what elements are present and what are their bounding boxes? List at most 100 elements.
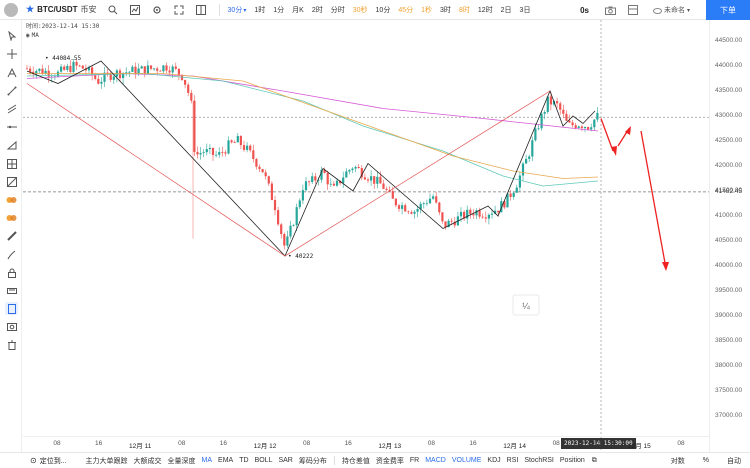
sub-indicator-6[interactable]: RSI (507, 457, 519, 464)
sub-indicator-0[interactable]: 持仓差值 (342, 456, 370, 466)
edit-icon[interactable]: ⧉ (592, 457, 597, 465)
timeframe-14[interactable]: 3日 (520, 5, 531, 15)
trash-icon[interactable] (5, 338, 18, 351)
price-tick: 44000.00 (715, 62, 743, 69)
search-icon[interactable] (105, 3, 121, 17)
candle-body (469, 209, 472, 214)
candle-body (78, 65, 81, 67)
elliott-icon[interactable] (5, 211, 18, 224)
avatar[interactable] (4, 2, 18, 17)
layout-icon[interactable] (625, 3, 641, 17)
indicator-0[interactable]: 主力大单跟踪 (86, 456, 128, 466)
axis-option-1[interactable]: % (703, 457, 709, 464)
candle-body (264, 172, 267, 177)
sub-indicator-8[interactable]: Position (560, 457, 585, 464)
candle-body (518, 175, 521, 188)
candle-body (261, 169, 264, 173)
fullscreen-icon[interactable] (171, 3, 187, 17)
timeframe-5[interactable]: 分时 (331, 5, 345, 15)
indicator-icon[interactable] (127, 3, 143, 17)
sub-indicator-1[interactable]: 资金费率 (376, 456, 404, 466)
candle-body (490, 213, 494, 215)
price-tick: 43500.00 (715, 87, 743, 94)
lock-icon[interactable] (5, 266, 18, 279)
price-tick: 37000.00 (715, 412, 743, 419)
timeframe-4[interactable]: 2时 (312, 5, 323, 15)
candle-body (304, 181, 308, 191)
price-chart[interactable]: • 44084.55 • 40222 ¼ (23, 20, 709, 452)
text-tool-icon[interactable] (5, 66, 18, 79)
indicator-4[interactable]: EMA (218, 457, 233, 464)
timeframe-10[interactable]: 3时 (440, 5, 451, 15)
measure-icon[interactable] (5, 284, 18, 297)
drawing-toolbar (0, 20, 22, 452)
ruler-icon[interactable] (5, 229, 18, 242)
legend-ma[interactable]: ◉ MA (26, 31, 99, 40)
arrowhead (611, 146, 617, 156)
sub-indicator-7[interactable]: StochRSI (524, 457, 554, 464)
indicator-6[interactable]: BOLL (255, 457, 273, 464)
candle-body (72, 61, 75, 72)
ray-icon[interactable] (5, 120, 18, 133)
indicator-8[interactable]: 筹码分布 (299, 456, 327, 466)
compare-icon[interactable] (193, 3, 209, 17)
indicator-5[interactable]: TD (239, 457, 248, 464)
triangle-icon[interactable] (5, 138, 18, 151)
timeframe-3[interactable]: 月K (292, 5, 304, 15)
screenshot-icon[interactable] (5, 320, 18, 333)
axis-option-2[interactable]: 自动 (727, 456, 741, 466)
timeframe-13[interactable]: 2日 (501, 5, 512, 15)
trend-line-icon[interactable] (5, 84, 18, 97)
timeframe-1[interactable]: 1时 (254, 5, 265, 15)
camera-icon[interactable] (603, 3, 619, 17)
candle-body (236, 136, 239, 143)
order-button[interactable]: 下单 (706, 0, 750, 20)
candle-body (63, 66, 66, 70)
crosshair-icon[interactable] (5, 47, 18, 60)
gann-icon[interactable] (5, 175, 18, 188)
sub-indicator-5[interactable]: KDJ (487, 457, 500, 464)
sub-indicator-4[interactable]: VOLUME (452, 457, 482, 464)
indicator-7[interactable]: SAR (278, 457, 292, 464)
settings-icon[interactable] (149, 3, 165, 17)
candle-body (159, 70, 162, 72)
axis-option-0[interactable]: 对数 (671, 456, 685, 466)
parallel-channel-icon[interactable] (5, 102, 18, 115)
eye-icon[interactable]: ◉ (26, 31, 30, 40)
timeframe-9[interactable]: 1秒 (421, 5, 432, 15)
brush-icon[interactable] (5, 248, 18, 261)
indicator-3[interactable]: MA (202, 457, 213, 464)
timeframe-11[interactable]: 8时 (459, 5, 470, 15)
price-axis[interactable]: 41482.45 44500.00 44000.00 43500.00 43000.0… (709, 20, 750, 452)
timeframe-0[interactable]: 30分▾ (228, 5, 247, 15)
time-axis[interactable]: 2023-12-14 15:30:00 08 16 12月 11 08 16 12月 12… (23, 436, 709, 450)
candle-body (199, 152, 202, 155)
sub-indicator-3[interactable]: MACD (425, 457, 446, 464)
candle-body (295, 207, 298, 226)
symbol-selector[interactable]: ★ BTC/USDT 币安 (26, 4, 97, 15)
locate-button[interactable]: ⊙ 定位到... (30, 456, 67, 466)
indicator-1[interactable]: 大额成交 (134, 456, 162, 466)
candle-body (351, 168, 354, 171)
indicator-2[interactable]: 全量深度 (168, 456, 196, 466)
timeframe-8[interactable]: 45分 (398, 5, 413, 15)
candle-body (283, 234, 286, 246)
layout-name-dropdown[interactable]: 未命名 ▾ (652, 5, 690, 15)
magnet-icon[interactable] (5, 302, 18, 315)
cursor-icon[interactable] (5, 29, 18, 42)
candle-body (435, 196, 438, 203)
timeframe-6[interactable]: 30秒 (353, 5, 368, 15)
fib-icon[interactable] (5, 157, 18, 170)
candle-body (292, 225, 295, 226)
sub-indicator-2[interactable]: FR (410, 457, 419, 464)
chart-legend: 时间:2023-12-14 15:30 ◉ MA (26, 22, 99, 40)
candle-body (568, 120, 571, 123)
pattern-icon[interactable] (5, 193, 18, 206)
timeframe-12[interactable]: 12时 (478, 5, 493, 15)
candle-body (239, 136, 242, 146)
star-icon[interactable]: ★ (26, 4, 34, 15)
candle-body (252, 150, 255, 159)
candle-body (149, 65, 153, 69)
timeframe-2[interactable]: 1分 (273, 5, 284, 15)
timeframe-7[interactable]: 10分 (376, 5, 391, 15)
